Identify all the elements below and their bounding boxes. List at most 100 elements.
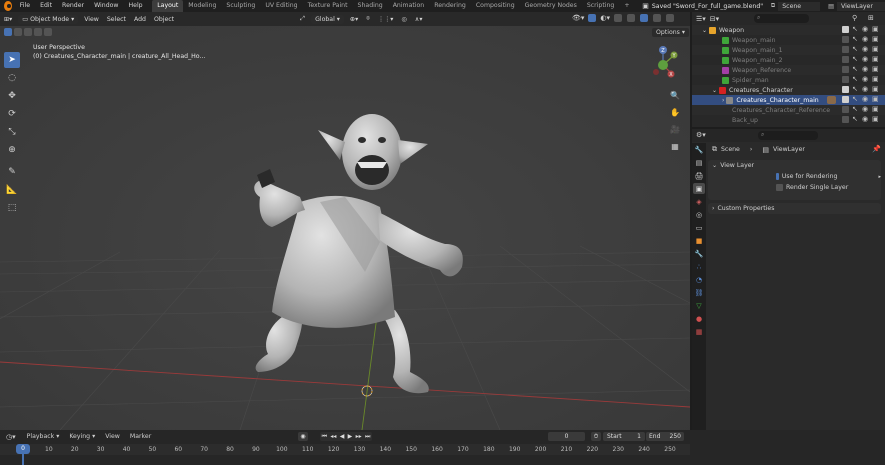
transform-orientation-dropdown[interactable]: Global ▾: [311, 14, 344, 24]
scene-icon[interactable]: ⧉: [771, 2, 775, 10]
measure-tool-icon[interactable]: 📐: [4, 182, 20, 198]
snap-icon[interactable]: ⌾: [362, 14, 374, 24]
add-cube-tool-icon[interactable]: ⬚: [4, 200, 20, 216]
annotate-tool-icon[interactable]: ✎: [4, 164, 20, 180]
record-button[interactable]: ◉: [298, 432, 308, 441]
select-mode-extend-icon[interactable]: [14, 28, 22, 36]
falloff-icon[interactable]: ∧▾: [411, 15, 427, 24]
rendered-shading-icon[interactable]: [666, 14, 675, 22]
outliner-row-creatures-character-reference[interactable]: Creatures_Character_Reference ↖ ◉ ▣: [692, 105, 885, 115]
exclude-checkbox[interactable]: [842, 96, 849, 103]
new-collection-icon[interactable]: ⊞: [868, 14, 874, 22]
tool-tab-icon[interactable]: 🔧: [693, 144, 705, 155]
scene-selector[interactable]: Scene: [778, 1, 821, 11]
timeline-editor-icon[interactable]: ◷▾: [6, 433, 16, 441]
outliner-row-creatures-character[interactable]: ⌄ Creatures_Character ↖ ◉ ▣: [692, 85, 885, 95]
render-single-layer-checkbox[interactable]: [776, 184, 783, 191]
move-tool-icon[interactable]: ✥: [4, 88, 20, 104]
exclude-checkbox[interactable]: [842, 36, 849, 43]
eye-icon[interactable]: ◉: [862, 46, 869, 53]
wireframe-shading-icon[interactable]: [627, 14, 636, 22]
jump-start-icon[interactable]: ⏮: [322, 433, 327, 441]
view-layer-tab-icon[interactable]: ▣: [693, 183, 705, 194]
select-arrow-icon[interactable]: ↖: [852, 96, 859, 103]
scene-tab-icon[interactable]: ◈: [693, 196, 705, 207]
prev-key-icon[interactable]: ◂◂: [330, 433, 336, 440]
start-frame-field[interactable]: Start 1: [603, 432, 645, 441]
play-icon[interactable]: ▶: [348, 433, 353, 440]
outliner-row-weapon-main-1[interactable]: Weapon_main_1 ↖ ◉ ▣: [692, 45, 885, 55]
use-for-rendering-row[interactable]: Use for Rendering ▸: [708, 171, 881, 182]
visibility-icon[interactable]: 👁▾: [572, 14, 584, 22]
eye-icon[interactable]: ◉: [862, 76, 869, 83]
material-shading-icon[interactable]: [653, 14, 662, 22]
render-tab-icon[interactable]: ▤: [693, 157, 705, 168]
eye-icon[interactable]: ◉: [862, 116, 869, 123]
texture-tab-icon[interactable]: ▦: [693, 326, 705, 337]
custom-properties-panel[interactable]: › Custom Properties: [708, 203, 881, 214]
options-dropdown[interactable]: Options ▾: [652, 28, 689, 37]
outliner-row-weapon-main-2[interactable]: Weapon_main_2 ↖ ◉ ▣: [692, 55, 885, 65]
end-frame-field[interactable]: End 250: [646, 432, 684, 441]
tab-scripting[interactable]: Scripting: [582, 0, 620, 12]
transform-tool-icon[interactable]: ⊕: [4, 142, 20, 158]
menu-keying[interactable]: Keying ▾: [64, 433, 100, 440]
pivot-icon[interactable]: ⊕▾: [346, 15, 362, 24]
select-arrow-icon[interactable]: ↖: [852, 46, 859, 53]
eye-icon[interactable]: ◉: [862, 106, 869, 113]
select-mode-intersect-icon[interactable]: [44, 28, 52, 36]
outliner-editor-icon[interactable]: ☰▾: [696, 15, 706, 23]
object-mode-dropdown[interactable]: ▭ Object Mode ▾: [18, 14, 79, 24]
tab-rendering[interactable]: Rendering: [429, 0, 471, 12]
camera-icon[interactable]: ▣: [872, 66, 879, 73]
camera-icon[interactable]: ▣: [872, 46, 879, 53]
render-single-layer-row[interactable]: Render Single Layer: [708, 182, 881, 193]
exclude-checkbox[interactable]: [842, 66, 849, 73]
select-mode-invert-icon[interactable]: [34, 28, 42, 36]
camera-view-icon[interactable]: 🎥: [669, 123, 681, 135]
menu-add[interactable]: Add: [130, 15, 150, 24]
menu-select[interactable]: Select: [103, 15, 130, 24]
select-arrow-icon[interactable]: ↖: [852, 66, 859, 73]
camera-icon[interactable]: ▣: [872, 36, 879, 43]
eye-icon[interactable]: ◉: [862, 36, 869, 43]
ortho-toggle-icon[interactable]: ▦: [669, 140, 681, 152]
menu-edit[interactable]: Edit: [35, 0, 57, 12]
playhead-indicator[interactable]: 0: [16, 444, 30, 454]
particles-tab-icon[interactable]: ∴: [693, 261, 705, 272]
gizmo-toggle-icon[interactable]: [588, 14, 597, 22]
world-tab-icon[interactable]: ◎: [693, 209, 705, 220]
pan-hand-icon[interactable]: ✋: [669, 106, 681, 118]
exclude-checkbox[interactable]: [842, 46, 849, 53]
exclude-checkbox[interactable]: [842, 106, 849, 113]
tab-modeling[interactable]: Modeling: [183, 0, 221, 12]
expand-arrow-icon[interactable]: ›: [722, 97, 724, 104]
outliner-row-weapon[interactable]: ⌄ Weapon ↖ ◉ ▣: [692, 25, 885, 35]
next-key-icon[interactable]: ▸▸: [356, 433, 362, 440]
outliner-row-weapon-reference[interactable]: Weapon_Reference ↖ ◉ ▣: [692, 65, 885, 75]
select-box-tool-icon[interactable]: ➤: [4, 52, 20, 68]
jump-end-icon[interactable]: ⏭: [365, 433, 370, 441]
tab-layout[interactable]: Layout: [152, 0, 184, 12]
select-mode-new-icon[interactable]: [4, 28, 12, 36]
tab-animation[interactable]: Animation: [388, 0, 430, 12]
eye-icon[interactable]: ◉: [862, 96, 869, 103]
select-arrow-icon[interactable]: ↖: [852, 36, 859, 43]
menu-file[interactable]: File: [15, 0, 35, 12]
eye-icon[interactable]: ◉: [862, 86, 869, 93]
rotate-tool-icon[interactable]: ⟳: [4, 106, 20, 122]
expand-arrow-icon[interactable]: ⌄: [702, 27, 707, 34]
camera-icon[interactable]: ▣: [872, 106, 879, 113]
exclude-checkbox[interactable]: [842, 26, 849, 33]
exclude-checkbox[interactable]: [842, 116, 849, 123]
select-arrow-icon[interactable]: ↖: [852, 116, 859, 123]
zoom-icon[interactable]: 🔍: [669, 89, 681, 101]
view-layer-panel-header[interactable]: ⌄ View Layer: [708, 160, 881, 171]
output-tab-icon[interactable]: 🖨: [693, 170, 705, 181]
material-tab-icon[interactable]: ●: [693, 313, 705, 324]
camera-icon[interactable]: ▣: [872, 56, 879, 63]
object-tab-icon[interactable]: ■: [693, 235, 705, 246]
exclude-checkbox[interactable]: [842, 86, 849, 93]
menu-window[interactable]: Window: [89, 0, 123, 12]
eye-icon[interactable]: ◉: [862, 66, 869, 73]
